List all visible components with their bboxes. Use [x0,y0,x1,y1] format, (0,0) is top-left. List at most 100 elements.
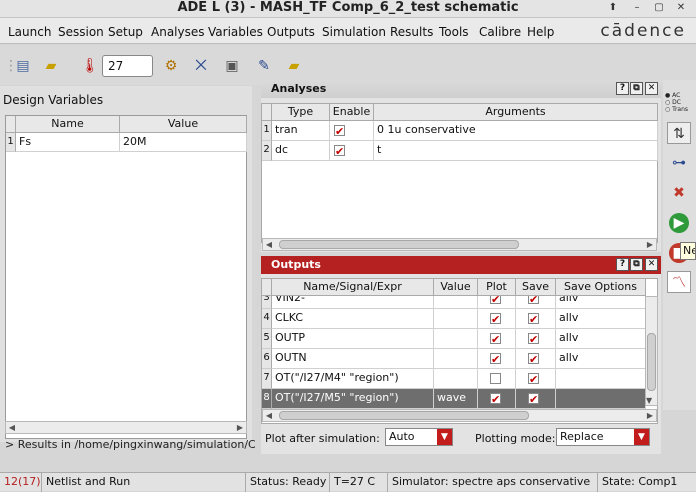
column-header-arguments[interactable]: Arguments [374,104,658,121]
column-header-plot[interactable]: Plot [478,279,516,296]
output-name-cell[interactable]: OUTN [272,349,434,369]
output-save-options-cell[interactable] [556,369,646,389]
schematic-icon[interactable]: ▤ [12,56,34,76]
menu-session[interactable]: Session [58,25,104,39]
help-icon[interactable]: ? [616,82,629,95]
menu-simulation[interactable]: Simulation [322,25,386,39]
title-bar: ADE L (3) - MASH_TF Comp_6_2_test schema… [0,0,696,18]
analysis-arguments-cell[interactable]: t [374,141,658,161]
scroll-left-icon[interactable]: ◀ [263,410,275,421]
open-folder-icon[interactable]: ▰ [40,56,62,76]
scroll-thumb[interactable] [279,240,519,249]
output-value-cell[interactable]: wave [434,389,478,409]
plot-checkbox[interactable] [490,331,501,349]
menu-launch[interactable]: Launch [8,25,51,39]
menu-results[interactable]: Results [390,25,433,39]
close-icon[interactable]: ✕ [645,258,658,271]
close-icon[interactable]: ✕ [645,82,658,95]
output-save-options-cell[interactable]: allv [556,349,646,369]
column-header-save[interactable]: Save [516,279,556,296]
float-icon[interactable]: ⧉ [630,82,643,95]
temperature-input[interactable]: 27 [102,55,153,77]
analysis-type-cell[interactable]: tran [272,121,330,141]
float-icon[interactable]: ⧉ [630,258,643,271]
save-checkbox[interactable] [528,391,539,409]
row-header-corner [6,116,16,133]
load-state-icon[interactable]: ▰ [283,56,305,76]
column-header-save-options[interactable]: Save Options [556,279,646,296]
outputs-hscroll[interactable]: ◀ ▶ [262,409,657,422]
column-header-name[interactable]: Name/Signal/Expr [272,279,434,296]
netlist-icon[interactable]: ⊶ [667,152,691,174]
help-icon[interactable]: ? [616,258,629,271]
netlist-icon[interactable]: ⨉ [190,56,212,76]
variable-name-cell[interactable]: Fs [16,133,120,152]
setup-icon[interactable]: ⚙ [160,56,182,76]
column-header-enable[interactable]: Enable [330,104,374,121]
column-header-value[interactable]: Value [434,279,478,296]
analysis-arguments-cell[interactable]: 0 1u conservative [374,121,658,141]
scroll-left-icon[interactable]: ◀ [263,239,275,250]
save-checkbox[interactable] [528,371,539,389]
plot-outputs-icon[interactable]: 〽 [667,271,691,293]
output-value-cell[interactable] [434,369,478,389]
maximize-icon[interactable]: ▢ [652,2,666,15]
analysis-radio-group[interactable]: ● AC ○ DC ○ Trans [665,92,688,113]
output-name-cell[interactable]: OT("/I27/M5" "region") [272,389,434,409]
plot-checkbox[interactable] [490,311,501,329]
save-checkbox[interactable] [528,351,539,369]
plot-checkbox[interactable] [490,391,501,409]
menu-outputs[interactable]: Outputs [267,25,315,39]
enable-checkbox[interactable] [334,123,345,141]
analyses-hscroll[interactable]: ◀ ▶ [262,238,657,251]
plotting-mode-select[interactable]: Replace ▼ [556,428,650,446]
output-name-cell[interactable]: CLKC [272,309,434,329]
menu-analyses[interactable]: Analyses [151,25,205,39]
menu-variables[interactable]: Variables [208,25,263,39]
column-header-name[interactable]: Name [16,116,120,133]
menu-setup[interactable]: Setup [108,25,143,39]
run-mode: Netlist and Run [42,473,246,492]
stop-icon[interactable]: ✖ [667,182,691,204]
scroll-right-icon[interactable]: ▶ [644,410,656,421]
output-value-cell[interactable] [434,349,478,369]
enable-checkbox[interactable] [334,143,345,161]
plot-checkbox[interactable] [490,373,501,384]
output-value-cell[interactable] [434,329,478,349]
menu-help[interactable]: Help [527,25,554,39]
column-header-value[interactable]: Value [120,116,247,133]
menu-tools[interactable]: Tools [439,25,469,39]
scroll-right-icon[interactable]: ▶ [644,239,656,250]
save-state-icon[interactable]: ▣ [221,56,243,76]
edit-icon[interactable]: ✎ [253,56,275,76]
close-icon[interactable]: ✕ [674,2,688,15]
design-variables-hscroll[interactable]: ◀ ▶ [5,421,247,434]
minimize-icon[interactable]: – [630,2,644,15]
output-name-cell[interactable]: OT("/I27/M4" "region") [272,369,434,389]
plot-checkbox[interactable] [490,351,501,369]
output-save-options-cell[interactable] [556,389,646,409]
scroll-thumb[interactable] [279,411,529,420]
scroll-down-icon[interactable]: ▼ [646,396,652,405]
scroll-left-icon[interactable]: ◀ [6,422,18,433]
analysis-type-cell[interactable]: dc [272,141,330,161]
radio-ac-label: AC [672,92,681,99]
output-name-cell[interactable]: OUTP [272,329,434,349]
menu-calibre[interactable]: Calibre [479,25,521,39]
menu-arrow-icon[interactable]: ⬆ [606,2,620,15]
scroll-thumb[interactable] [647,333,656,391]
save-checkbox[interactable] [528,311,539,329]
output-value-cell[interactable] [434,309,478,329]
design-variables-table: Name Value 1 Fs 20M [5,115,247,439]
outputs-vscroll[interactable]: ▼ [645,296,658,406]
column-header-type[interactable]: Type [272,104,330,121]
run-icon[interactable]: ▶ [669,213,689,233]
plot-after-value: Auto [389,430,415,443]
variable-value-cell[interactable]: 20M [120,133,247,152]
output-save-options-cell[interactable]: allv [556,309,646,329]
parametric-icon[interactable]: ⇅ [667,122,691,144]
output-save-options-cell[interactable]: allv [556,329,646,349]
save-checkbox[interactable] [528,331,539,349]
scroll-right-icon[interactable]: ▶ [234,422,246,433]
plot-after-select[interactable]: Auto ▼ [385,428,453,446]
